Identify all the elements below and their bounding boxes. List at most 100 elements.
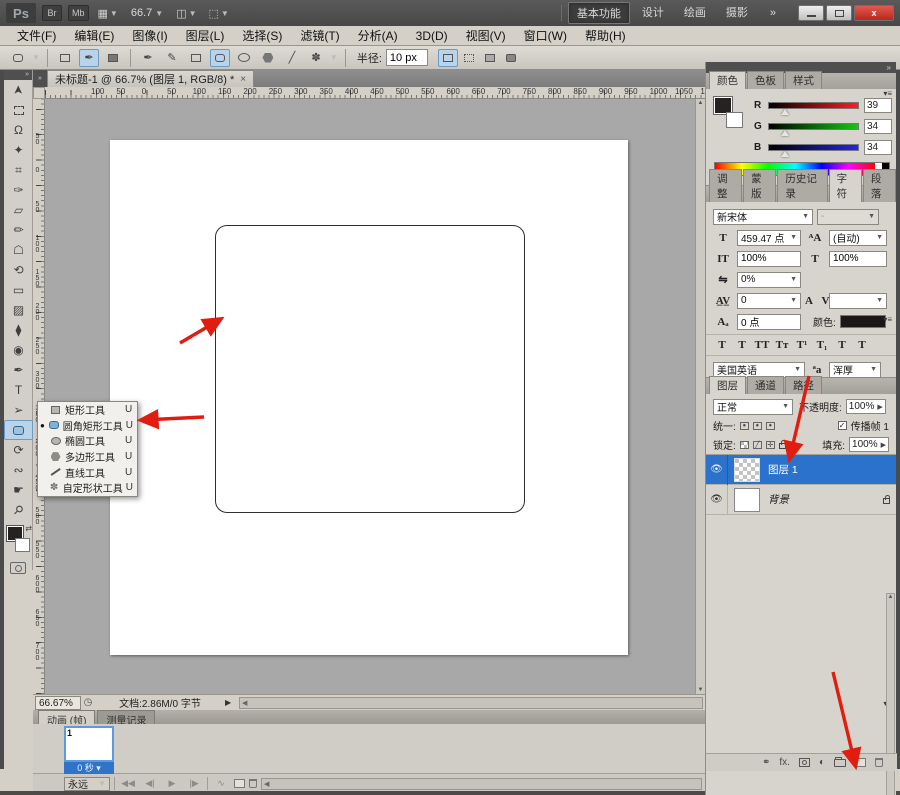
- panel-tab[interactable]: 图层: [709, 376, 746, 394]
- tool-button[interactable]: ⟳: [4, 440, 33, 460]
- link-layers-button[interactable]: ⚭: [762, 757, 770, 768]
- text-style-button[interactable]: T: [853, 337, 871, 353]
- screen-mode-button[interactable]: ◫ ▼: [173, 7, 199, 20]
- tool-button[interactable]: ☖: [4, 240, 33, 260]
- line-tool-button[interactable]: ╱: [282, 49, 302, 67]
- panel-tab[interactable]: 颜色: [709, 71, 746, 89]
- quick-mask-button[interactable]: [10, 562, 26, 574]
- layer-style-button[interactable]: fx.: [779, 757, 790, 768]
- channel-slider[interactable]: [768, 102, 859, 115]
- tab-close-icon[interactable]: ×: [240, 74, 246, 85]
- tool-button[interactable]: ⌗: [4, 160, 33, 180]
- new-layer-button[interactable]: [855, 758, 866, 767]
- status-zoom-field[interactable]: 66.67%: [35, 695, 81, 710]
- panel-menu-icon[interactable]: ▾≡: [883, 315, 892, 324]
- adjustment-layer-button[interactable]: ◐: [819, 757, 825, 768]
- document-page[interactable]: [110, 140, 628, 655]
- tool-button[interactable]: ➤: [4, 80, 33, 100]
- tween-button[interactable]: ∿: [212, 778, 230, 789]
- workspace-button[interactable]: 绘画: [676, 2, 714, 24]
- tracking-dropdown[interactable]: 0 ▼: [737, 292, 801, 309]
- workspace-button[interactable]: 设计: [634, 2, 672, 24]
- panel-tab[interactable]: 蒙版: [743, 169, 777, 202]
- propagate-checkbox[interactable]: ✓: [837, 421, 847, 430]
- slider-thumb-icon[interactable]: [780, 109, 789, 115]
- text-style-button[interactable]: T: [713, 337, 731, 353]
- add-to-shape-button[interactable]: [459, 49, 479, 67]
- menu-item[interactable]: 图像(I): [123, 25, 176, 46]
- tool-button[interactable]: ▭: [4, 280, 33, 300]
- tool-preset-button[interactable]: [8, 49, 28, 67]
- panel-tab[interactable]: 色板: [747, 71, 784, 89]
- unify-position-icon[interactable]: ꔷ: [739, 421, 749, 430]
- menu-item[interactable]: 视图(V): [457, 25, 515, 46]
- menu-item[interactable]: 编辑(E): [65, 25, 123, 46]
- next-frame-button[interactable]: |▶: [185, 778, 203, 789]
- loop-count-dropdown[interactable]: 永远 ▼: [64, 776, 110, 791]
- radius-input[interactable]: [385, 49, 428, 66]
- horizontal-scrollbar[interactable]: ◀: [239, 696, 703, 709]
- tool-button[interactable]: ✒: [4, 360, 33, 380]
- freeform-pen-button[interactable]: ✎: [162, 49, 182, 67]
- anti-alias-dropdown[interactable]: 浑厚 ▼: [829, 361, 881, 378]
- panel-tab[interactable]: 段落: [862, 169, 897, 202]
- channel-value-field[interactable]: 34: [864, 140, 892, 155]
- play-button[interactable]: ▶: [163, 778, 181, 789]
- lock-all-icon[interactable]: [778, 440, 786, 449]
- intersect-shape-button[interactable]: [501, 49, 521, 67]
- tool-button[interactable]: ✑: [4, 180, 33, 200]
- channel-slider[interactable]: [768, 123, 859, 136]
- menu-item[interactable]: 选择(S): [233, 25, 291, 46]
- text-style-button[interactable]: T: [733, 337, 751, 353]
- frame-thumbnail[interactable]: 1: [64, 726, 114, 762]
- menu-item[interactable]: 3D(D): [407, 27, 457, 45]
- tool-button[interactable]: Ω: [4, 120, 33, 140]
- tool-button[interactable]: ⚲: [4, 500, 33, 520]
- panel-tab[interactable]: 路径: [785, 376, 822, 394]
- vertical-scrollbar[interactable]: ▲ ▼: [695, 99, 705, 694]
- tool-button[interactable]: ☛: [4, 480, 33, 500]
- text-style-button[interactable]: T₁: [813, 337, 831, 353]
- font-family-dropdown[interactable]: 新宋体 ▼: [713, 208, 813, 225]
- text-style-button[interactable]: Tт: [773, 337, 791, 353]
- spinner-icon[interactable]: ▶: [881, 441, 886, 449]
- font-style-dropdown[interactable]: - ▼: [817, 208, 879, 225]
- pen-tool-button[interactable]: ✒: [138, 49, 158, 67]
- text-style-button[interactable]: T: [833, 337, 851, 353]
- swap-colors-icon[interactable]: ⇄: [25, 524, 32, 533]
- vertical-scale-field[interactable]: [737, 250, 801, 267]
- tool-button[interactable]: ⟲: [4, 260, 33, 280]
- tool-button[interactable]: ✦: [4, 140, 33, 160]
- new-frame-button[interactable]: [234, 779, 245, 788]
- tool-button[interactable]: [4, 100, 33, 120]
- opacity-field[interactable]: 100% ▶: [845, 399, 886, 414]
- lock-position-icon[interactable]: ✛: [765, 440, 775, 449]
- flyout-menu-item[interactable]: ● 圆角矩形工具 U: [38, 418, 137, 434]
- flyout-menu-item[interactable]: ● 矩形工具 U: [38, 402, 137, 418]
- bridge-button[interactable]: Br: [42, 5, 62, 21]
- text-color-swatch[interactable]: [839, 315, 886, 328]
- fill-field[interactable]: 100% ▶: [849, 437, 889, 452]
- menu-item[interactable]: 文件(F): [8, 25, 65, 46]
- polygon-tool-button[interactable]: [258, 49, 278, 67]
- animation-tab[interactable]: 测量记录: [97, 710, 156, 727]
- tool-button[interactable]: ➢: [4, 400, 33, 420]
- zoom-level-dropdown[interactable]: 66.7 ▼: [127, 7, 167, 19]
- minimize-button[interactable]: [798, 5, 824, 21]
- animation-frame[interactable]: 1 0 秒 ▾: [64, 726, 116, 774]
- rounded-rectangle-tool-button[interactable]: [209, 48, 230, 67]
- layer-row[interactable]: 👁 背景: [706, 484, 896, 515]
- workspace-button[interactable]: 基本功能: [567, 2, 630, 24]
- panel-tab[interactable]: 字符: [828, 169, 862, 202]
- channel-slider[interactable]: [768, 144, 859, 157]
- visibility-cell[interactable]: 👁: [706, 484, 728, 515]
- leading-dropdown[interactable]: (自动) ▼: [829, 229, 887, 246]
- channel-value-field[interactable]: 39: [864, 98, 892, 113]
- spinner-icon[interactable]: ▶: [877, 403, 882, 411]
- baseline-shift-field[interactable]: [737, 313, 801, 330]
- panel-tab[interactable]: 调整: [709, 169, 743, 202]
- proportional-spacing-dropdown[interactable]: 0% ▼: [737, 271, 801, 288]
- menu-item[interactable]: 滤镜(T): [291, 25, 348, 46]
- tools-collapse-bar[interactable]: »: [4, 70, 32, 80]
- custom-shape-tool-button[interactable]: ✽: [306, 49, 326, 67]
